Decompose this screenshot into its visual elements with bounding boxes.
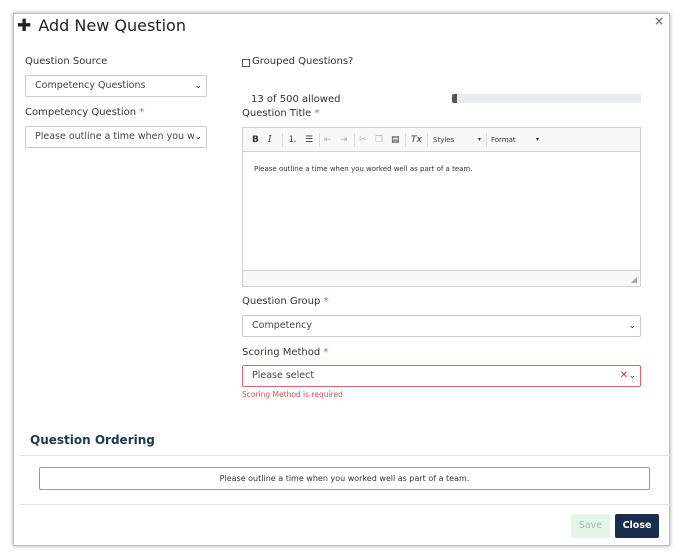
required-mark: *	[139, 107, 145, 118]
numbered-list-icon[interactable]: ⒈	[288, 133, 297, 147]
dropdown-arrow-icon: ▾	[477, 136, 481, 143]
competency-question-value: Please outline a time when you w	[35, 131, 195, 142]
chevron-down-icon: ⌄	[194, 81, 202, 91]
close-button[interactable]: Close	[615, 514, 659, 538]
ordering-list-item[interactable]: Please outline a time when you worked we…	[39, 467, 650, 490]
modal-title-text: Add New Question	[38, 16, 186, 35]
question-group-select[interactable]: Competency ⌄	[242, 315, 641, 337]
plus-icon: ✚	[17, 16, 32, 36]
outdent-icon[interactable]: ⇤	[324, 133, 332, 147]
scoring-method-value: Please select	[252, 370, 315, 381]
styles-dropdown[interactable]: Styles ▾	[433, 133, 481, 147]
required-mark: *	[314, 108, 320, 119]
scoring-method-label-text: Scoring Method	[242, 347, 321, 358]
competency-question-label: Competency Question *	[25, 107, 144, 118]
toolbar-separator	[282, 133, 283, 147]
char-count-progress-fill	[452, 94, 457, 103]
competency-question-select[interactable]: Please outline a time when you w ⌄	[25, 126, 207, 148]
question-title-label: Question Title *	[242, 108, 320, 119]
toolbar-separator	[319, 133, 320, 147]
divider	[19, 504, 670, 505]
toolbar-separator	[354, 133, 355, 147]
scoring-method-error: Scoring Method is required	[242, 390, 343, 399]
question-group-value: Competency	[252, 320, 313, 331]
italic-button[interactable]: I	[268, 133, 272, 147]
scoring-method-label: Scoring Method *	[242, 347, 328, 358]
format-dropdown[interactable]: Format ▾	[491, 133, 539, 147]
copy-icon[interactable]: ❐	[375, 133, 383, 147]
remove-format-icon[interactable]: Tx	[411, 133, 422, 147]
format-label: Format	[491, 136, 516, 144]
error-x-icon: ✕	[619, 370, 628, 381]
modal-title: ✚ Add New Question	[17, 15, 186, 37]
save-button[interactable]: Save	[571, 514, 610, 538]
dropdown-arrow-icon: ▾	[535, 136, 539, 143]
chevron-down-icon: ⌄	[628, 321, 636, 331]
editor-content[interactable]: Please outline a time when you worked we…	[254, 165, 472, 173]
question-group-label: Question Group *	[242, 296, 329, 307]
resize-handle-icon[interactable]: ◢	[631, 275, 637, 284]
question-source-select[interactable]: Competency Questions ⌄	[25, 75, 207, 97]
question-source-label: Question Source	[25, 56, 108, 67]
chevron-down-icon: ⌄	[628, 371, 636, 381]
cut-icon[interactable]: ✂	[359, 133, 367, 147]
divider	[19, 455, 670, 456]
bulleted-list-icon[interactable]: ☰	[305, 133, 313, 147]
required-mark: *	[323, 296, 329, 307]
question-source-value: Competency Questions	[35, 80, 146, 91]
question-title-editor[interactable]: B I ⒈ ☰ ⇤ ⇥ ✂ ❐ ▤ Tx Styles ▾ Format ▾ P…	[242, 127, 641, 287]
competency-question-label-text: Competency Question	[25, 107, 137, 118]
question-group-label-text: Question Group	[242, 296, 321, 307]
required-mark: *	[323, 347, 329, 358]
close-icon[interactable]: ×	[654, 14, 664, 28]
add-question-modal: ✚ Add New Question × Question Source Com…	[13, 13, 670, 546]
toolbar-separator	[427, 133, 428, 147]
styles-label: Styles	[433, 136, 455, 144]
bold-button[interactable]: B	[252, 133, 259, 147]
indent-icon[interactable]: ⇥	[340, 133, 348, 147]
grouped-questions-checkbox[interactable]	[242, 59, 250, 67]
chevron-down-icon: ⌄	[194, 132, 202, 142]
toolbar-separator	[486, 133, 487, 147]
paste-icon[interactable]: ▤	[391, 133, 400, 147]
question-title-label-text: Question Title	[242, 108, 312, 119]
question-ordering-heading: Question Ordering	[30, 433, 155, 447]
grouped-questions-label: Grouped Questions?	[252, 56, 354, 67]
editor-toolbar: B I ⒈ ☰ ⇤ ⇥ ✂ ❐ ▤ Tx Styles ▾ Format ▾	[243, 128, 640, 152]
char-count-text: 13 of 500 allowed	[251, 94, 341, 105]
scoring-method-select[interactable]: Please select ✕ ⌄	[242, 365, 641, 387]
editor-footer: ◢	[243, 270, 640, 286]
char-count-progress	[452, 94, 641, 103]
toolbar-separator	[405, 133, 406, 147]
